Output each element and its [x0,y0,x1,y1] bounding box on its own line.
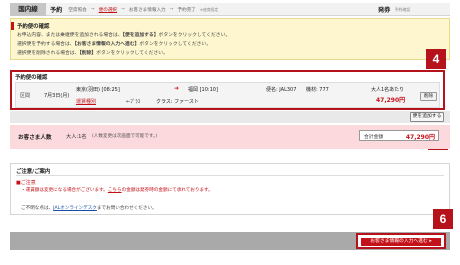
breadcrumb-section-hasso: 発券 [378,7,391,14]
flight-arrival: 福岡 [10:10] [188,87,218,93]
arrow-right-icon: ➜ [174,85,180,92]
info-highlight: 【便を追加する】 [122,33,159,38]
breadcrumb-note: ※座席指定 [199,6,219,12]
info-title: 予約便の確認 [17,24,50,30]
notes-title: ご注意/ご案内 [16,169,51,175]
notes-caution-line: ・運賃額は変更になる場合がございます。こちらの金額は発券時の金額にて承れておりま… [21,187,213,193]
info-text: 選択便を予約する場合は、 [17,42,75,47]
flight-class: クラス: ファースト [156,99,199,105]
notes-caution-heading: ■ご注意 [16,180,36,186]
notes-text: ご不明な点は、 [21,206,54,211]
notes-contact-line: ご不明な点は、JALオンラインデスクまでお問い合わせください。 [21,205,157,211]
breadcrumb-step: 空席照会 [68,7,87,13]
proceed-to-passenger-info-button[interactable]: お客さま情報の入力へ進む ▸ [361,238,441,246]
passenger-count: 大人:1名 [66,134,87,140]
breadcrumb-hasso: 発券 予約確認 [378,3,410,16]
tab-domestic[interactable]: 国内線 [10,3,46,16]
info-highlight: 【お客さま情報の入力へ進む】 [74,42,140,47]
next-button-highlight: お客さま情報の入力へ進む ▸ [356,233,446,249]
breadcrumb: 予約 空席照会 → 便の選択 → お客さま情報入力 → 予約完了 ※座席指定 [50,3,218,16]
notes-text: の金額は発券時の金額にて承れております。 [121,188,213,193]
breadcrumb-step: お客さま情報入力 [128,7,166,13]
info-text: ボタンをクリックしてください。 [96,51,168,56]
divider [16,175,444,176]
step-badge-6: 6 [433,209,453,229]
total-amount-label: 合計金額 [364,135,384,140]
flight-section-title: 予約便の確認 [15,75,48,81]
add-flight-button[interactable]: 便を追加する [410,112,444,122]
info-highlight: 【削除】 [79,51,97,56]
passenger-count-label: お客さま人数 [18,135,52,141]
notes-text: ・運賃額は変更になる場合がございます。 [21,188,108,193]
flight-number: 便名: JAL307 [266,87,297,93]
notes-text: までお問い合わせください。 [96,206,157,211]
breadcrumb-step: 予約完了 [177,7,196,13]
per-adult-label: 大人1名あたり [371,87,405,93]
info-text: ボタンをクリックしてください。 [158,33,231,38]
chevron-right-icon: → [90,7,95,12]
breadcrumb-step-current: 便の選択 [98,7,118,13]
header-bar: 国内線 予約 空席照会 → 便の選択 → お客さま情報入力 → 予約完了 ※座席… [10,3,450,16]
flight-section: 予約便の確認 区間 7月3日(月) 東京(羽田) [08:25] ➜ 福岡 [1… [10,70,445,110]
flight-row: 区間 7月3日(月) 東京(羽田) [08:25] ➜ 福岡 [10:10] 便… [15,82,440,108]
add-flight-bar [10,111,450,123]
fare-type-link[interactable]: 運賃種別 [76,98,96,105]
fare-type-value: ←ﾌﾞﾗｽ [126,99,141,105]
passenger-summary: お客さま人数 大人:1名 (人数変更は次画面で可能です。) 合計金額 47,29… [10,125,450,149]
notes-panel: ご注意/ご案内 ■ご注意 ・運賃額は変更になる場合がございます。こちらの金額は発… [10,163,450,215]
segment-label: 区間 [20,93,31,99]
info-line: お申込内容、または乗継便を追加される場合は、【便を追加する】ボタンをクリックして… [17,31,230,38]
breadcrumb-section-yoyaku: 予約 [50,7,63,14]
confirmation-info-panel: 予約便の確認 お申込内容、または乗継便を追加される場合は、【便を追加する】ボタン… [10,18,450,60]
online-desk-link[interactable]: JALオンラインデスク [53,206,97,211]
info-line: 選択便を予約する場合は、【お客さま情報の入力へ進む】ボタンをクリックしてください… [17,40,211,47]
flight-equipment: 機材: 777 [306,87,329,93]
info-text: 選択便を削除される場合は、 [17,51,80,56]
flight-price: 47,290円 [376,97,406,104]
breadcrumb-step: 予約確認 [394,6,411,12]
total-amount-box: 合計金額 47,290円 [359,130,439,141]
info-text: ボタンをクリックしてください。 [139,42,212,47]
delete-button[interactable]: 削除 [420,92,437,101]
passenger-note: (人数変更は次画面で可能です。) [92,134,158,139]
info-line: 選択便を削除される場合は、【削除】ボタンをクリックしてください。 [17,49,168,56]
total-amount-value: 47,290円 [405,134,435,141]
flight-departure: 東京(羽田) [08:25] [76,87,120,93]
info-text: お申込内容、または乗継便を追加される場合は、 [17,33,123,38]
accent-bar [11,22,14,30]
step-badge-4: 4 [426,49,446,69]
chevron-right-icon: → [169,7,174,12]
chevron-right-icon: → [121,7,125,12]
flight-date: 7月3日(月) [44,93,70,99]
notes-link[interactable]: こちら [108,188,122,193]
